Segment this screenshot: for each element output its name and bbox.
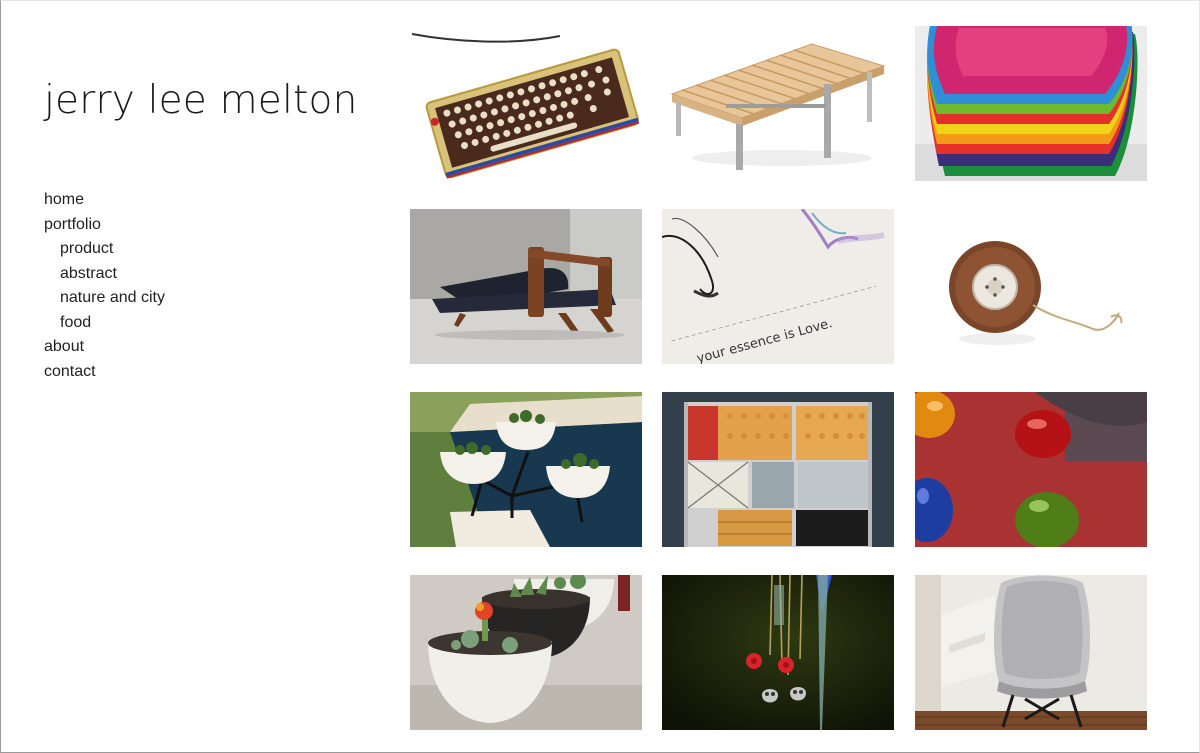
nav-item-abstract: abstract — [44, 262, 165, 287]
gallery-tile-sofa[interactable] — [410, 209, 642, 364]
bench-image — [662, 26, 894, 181]
nav-item-contact: contact — [44, 360, 165, 385]
nav-item-about: about — [44, 335, 165, 360]
gallery-tile-bench[interactable] — [662, 26, 894, 181]
yoyo-image — [915, 209, 1147, 364]
nav-item-nature-and-city: nature and city — [44, 286, 165, 311]
nav-item-home: home — [44, 188, 165, 213]
gallery-tile-hanging-charms[interactable] — [662, 575, 894, 730]
succulent-planters-image — [410, 575, 642, 730]
gallery-tile-yoyo[interactable] — [915, 209, 1147, 364]
keyboard-image — [410, 26, 642, 181]
nav-link-home[interactable]: home — [44, 191, 84, 208]
nav-link-portfolio[interactable]: portfolio — [44, 216, 101, 233]
hanging-charms-image — [662, 575, 894, 730]
nav-link-product[interactable]: product — [60, 240, 113, 257]
gallery-tile-stacked-chairs[interactable] — [915, 26, 1147, 181]
nav-link-contact[interactable]: contact — [44, 363, 96, 380]
nav-item-portfolio: portfolio — [44, 213, 165, 238]
nav-link-abstract[interactable]: abstract — [60, 265, 117, 282]
gallery-tile-succulent-planters[interactable] — [410, 575, 642, 730]
gallery-tile-watercolor-print[interactable]: your essence is Love. — [662, 209, 894, 364]
sofa-image — [410, 209, 642, 364]
glass-knobs-image — [915, 392, 1147, 547]
nav-link-nature-and-city[interactable]: nature and city — [60, 289, 165, 306]
gallery-tile-storage-unit[interactable] — [662, 392, 894, 547]
shell-chair-image — [915, 575, 1147, 730]
nav-link-food[interactable]: food — [60, 314, 91, 331]
nav-item-product: product — [44, 237, 165, 262]
gallery-tile-keyboard[interactable] — [410, 26, 642, 181]
stacked-chairs-image — [915, 26, 1147, 181]
site-title[interactable]: jerry lee melton — [44, 78, 358, 123]
nav-link-about[interactable]: about — [44, 338, 84, 355]
poolside-planters-image — [410, 392, 642, 547]
gallery-tile-glass-knobs[interactable] — [915, 392, 1147, 547]
nav-item-food: food — [44, 311, 165, 336]
watercolor-print-image: your essence is Love. — [662, 209, 894, 364]
storage-unit-image — [662, 392, 894, 547]
gallery-tile-shell-chair[interactable] — [915, 575, 1147, 730]
main-nav: home portfolio product abstract nature a… — [44, 188, 165, 384]
gallery-tile-poolside-planters[interactable] — [410, 392, 642, 547]
